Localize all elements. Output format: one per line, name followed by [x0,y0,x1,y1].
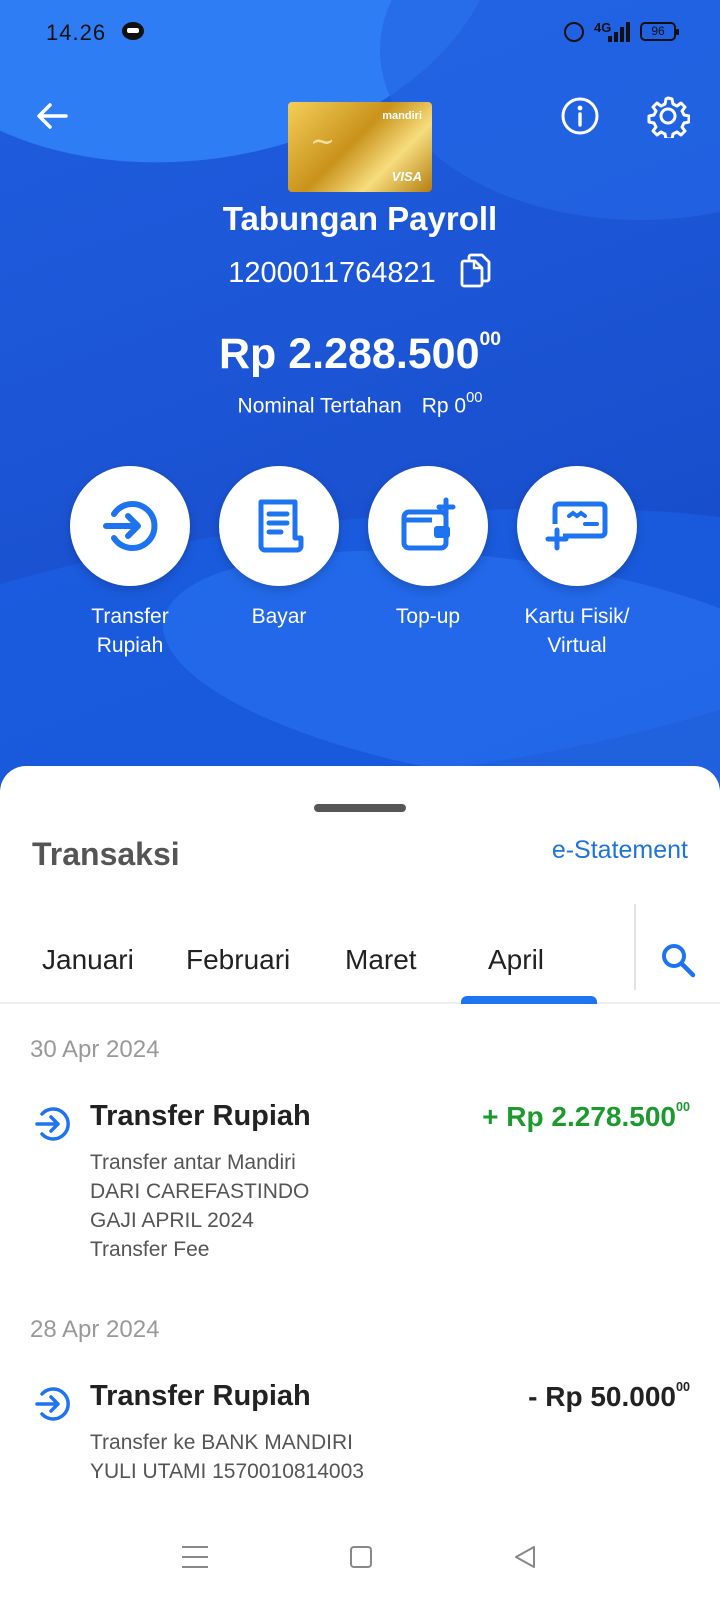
card-network: VISA [391,169,422,184]
transfer-out-icon [35,1387,70,1421]
alarm-icon [564,22,584,42]
back-arrow-icon[interactable] [30,94,74,138]
bill-icon [258,499,304,553]
battery-icon: 96 [640,22,679,41]
action-label: Rupiah [96,634,164,657]
signal-icon [608,22,630,42]
action-label: Virtual [547,634,607,657]
transaction-description: Transfer antar Mandiri DARI CAREFASTINDO… [90,1148,309,1264]
amount-cents: 00 [675,1380,690,1394]
action-kartu-fisik-virtual[interactable]: Kartu Fisik/ Virtual [502,466,652,660]
held-amount: Rp 0 [421,394,467,418]
tab-april[interactable]: April [488,944,544,976]
description-line: Transfer antar Mandiri [90,1151,296,1174]
description-line: GAJI APRIL 2024 [90,1209,254,1232]
action-label: Top-up [395,605,461,628]
transaction-title: Transfer Rupiah [90,1100,311,1132]
card-brand: mandiri [382,110,422,122]
action-top-up[interactable]: Top-up [353,466,503,631]
month-tabs: Januari Februari Maret April [0,904,720,1004]
account-name: Tabungan Payroll [222,200,498,237]
section-title: Transaksi [32,836,180,872]
transaction-description: Transfer ke BANK MANDIRI YULI UTAMI 1570… [90,1428,364,1486]
amount-cents: 00 [675,1100,690,1114]
held-cents: 00 [466,390,483,406]
transaction-date: 28 Apr 2024 [30,1316,160,1343]
tab-maret[interactable]: Maret [345,944,417,976]
action-label: Transfer [91,605,169,628]
status-bar: 14.26 4G 96 [0,0,720,62]
search-icon[interactable] [660,942,696,978]
debit-card-image: mandiri ~ VISA [288,102,432,192]
description-line: Transfer Fee [90,1238,210,1261]
balance-amount: Rp 2.288.500 [218,330,480,379]
gear-icon[interactable] [646,94,690,138]
copy-icon[interactable] [458,252,492,288]
info-icon[interactable] [560,96,600,136]
home-icon[interactable] [350,1546,372,1568]
action-transfer-rupiah[interactable]: Transfer Rupiah [55,466,205,660]
transaction-title: Transfer Rupiah [90,1380,311,1412]
system-nav-bar [0,1530,720,1600]
divider [634,904,636,990]
action-label: Bayar [251,605,307,628]
transaction-date: 30 Apr 2024 [30,1036,160,1063]
tab-januari[interactable]: Januari [42,944,134,976]
account-header: 14.26 4G 96 mandiri ~ VISA Tabungan Payr… [0,0,720,790]
wallet-add-icon [401,497,456,551]
e-statement-link[interactable]: e-Statement [552,836,688,865]
description-line: Transfer ke BANK MANDIRI [90,1431,353,1454]
action-label: Kartu Fisik/ [524,605,630,628]
transaction-amount: - Rp 50.00000 [528,1380,690,1413]
transfer-icon [103,501,158,551]
system-back-icon[interactable] [512,1544,538,1570]
transaction-amount: + Rp 2.278.50000 [482,1100,690,1133]
held-label: Nominal Tertahan [237,394,402,418]
transactions-sheet: Transaksi e-Statement Januari Februari M… [0,766,720,1600]
tab-februari[interactable]: Februari [186,944,290,976]
account-number: 1200011764821 [228,257,436,289]
notification-icon [122,22,144,40]
account-number-row: 1200011764821 [0,252,720,290]
account-balance: Rp 2.288.50000 [0,328,720,379]
action-bayar[interactable]: Bayar [204,466,354,631]
status-time: 14.26 [46,20,107,45]
held-balance: Nominal Tertahan Rp 000 [0,390,720,418]
active-tab-indicator [461,996,597,1004]
transfer-in-icon [35,1107,70,1141]
amount-value: + Rp 2.278.500 [482,1101,676,1133]
sheet-drag-handle[interactable] [314,804,406,812]
description-line: DARI CAREFASTINDO [90,1180,310,1203]
recent-apps-icon[interactable] [182,1546,208,1568]
amount-value: - Rp 50.000 [528,1381,676,1413]
balance-cents: 00 [479,328,502,350]
description-line: YULI UTAMI 1570010814003 [90,1460,364,1483]
card-add-icon [545,501,608,551]
card-artwork: ~ [310,124,336,159]
